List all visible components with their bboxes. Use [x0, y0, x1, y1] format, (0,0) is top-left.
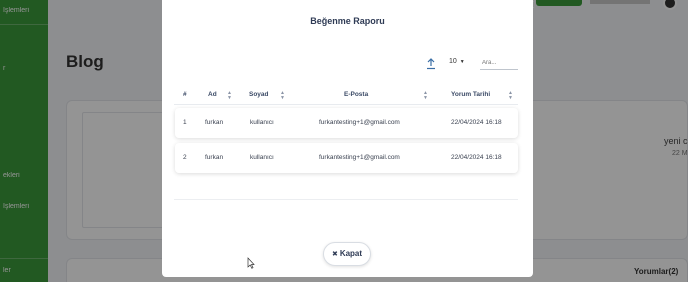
sort-icon[interactable]: ▲ ▼ [508, 91, 513, 101]
modal-title: Beğenme Raporu [310, 16, 385, 26]
close-button-label: Kapat [339, 249, 363, 258]
sort-icon[interactable]: ▲ ▼ [227, 91, 232, 101]
column-header-index[interactable]: # [183, 91, 187, 98]
mouse-cursor-icon [247, 257, 255, 269]
column-header-soyad[interactable]: Soyad [249, 91, 269, 98]
chevron-down-icon: ▼ [459, 59, 465, 65]
close-button[interactable]: ✖ Kapat [323, 242, 371, 266]
close-icon: ✖ [331, 250, 338, 258]
sort-icon[interactable]: ▲ ▼ [423, 91, 428, 101]
column-header-ad[interactable]: Ad [208, 91, 217, 98]
search-input[interactable] [480, 57, 518, 70]
cell-yorum-tarihi: 22/04/2024 16:18 [451, 119, 502, 126]
cell-soyad: kullanıcı [250, 119, 274, 126]
cell-yorum-tarihi: 22/04/2024 16:18 [451, 154, 502, 161]
cell-eposta: furkantesting+1@gmail.com [319, 119, 400, 126]
export-icon[interactable] [426, 58, 436, 70]
divider [174, 199, 518, 200]
table-header: # Ad ▲ ▼ Soyad ▲ ▼ E-Posta ▲ ▼ Yorum Tarihi… [174, 88, 518, 102]
divider [174, 104, 518, 105]
table-row[interactable]: 2 furkan kullanıcı furkantesting+1@gmail… [175, 143, 518, 173]
column-header-yorum-tarihi[interactable]: Yorum Tarihi [451, 91, 490, 98]
column-header-eposta[interactable]: E-Posta [344, 91, 368, 98]
page-size-select[interactable]: 10 ▼ [449, 58, 465, 65]
page-size-value: 10 [449, 58, 457, 65]
cell-ad: furkan [205, 119, 224, 126]
cell-index: 1 [183, 119, 187, 126]
table-row[interactable]: 1 furkan kullanıcı furkantesting+1@gmail… [175, 108, 518, 138]
cell-soyad: kullanıcı [250, 154, 274, 161]
sort-icon[interactable]: ▲ ▼ [280, 91, 285, 101]
cell-eposta: furkantesting+1@gmail.com [319, 154, 400, 161]
cell-ad: furkan [205, 154, 224, 161]
report-modal: Beğenme Raporu 10▼ # Ad ▲▼ Soyad ▲▼ E-Po… [162, 0, 533, 277]
cell-index: 2 [183, 154, 187, 161]
